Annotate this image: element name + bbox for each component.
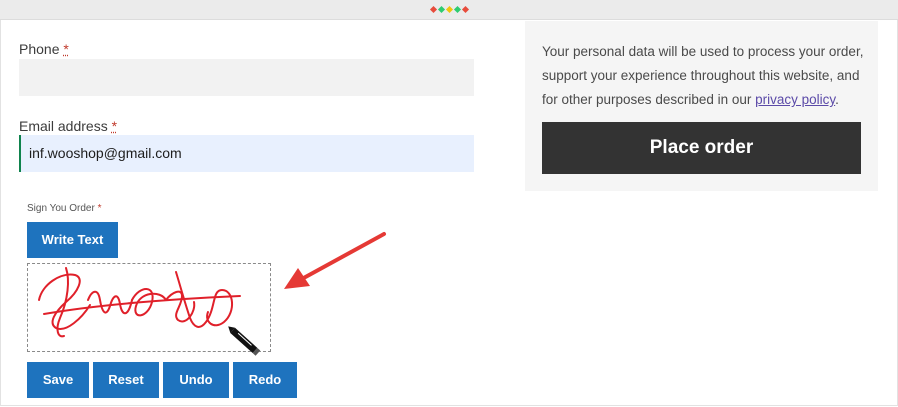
required-mark: * [97, 203, 102, 214]
dot-icon [445, 5, 454, 14]
signature-canvas[interactable] [27, 263, 271, 352]
redo-button[interactable]: Redo [233, 362, 297, 398]
signature-label: Sign You Order * [27, 203, 102, 214]
write-text-button[interactable]: Write Text [27, 222, 118, 258]
required-mark: * [63, 41, 69, 57]
dot-icon [461, 5, 470, 14]
email-field[interactable]: inf.wooshop@gmail.com [19, 135, 474, 172]
dot-icon [429, 5, 438, 14]
privacy-policy-link[interactable]: privacy policy [755, 92, 835, 107]
required-mark: * [111, 118, 118, 134]
phone-field[interactable] [19, 59, 474, 96]
place-order-button[interactable]: Place order [542, 122, 861, 174]
email-label: Email address * [19, 118, 118, 134]
undo-button[interactable]: Undo [163, 362, 229, 398]
save-button[interactable]: Save [27, 362, 89, 398]
phone-label: Phone * [19, 41, 69, 57]
dot-icon [453, 5, 462, 14]
reset-button[interactable]: Reset [93, 362, 159, 398]
dot-icon [437, 5, 446, 14]
privacy-notice: Your personal data will be used to proce… [542, 44, 864, 107]
browser-top-bar [0, 0, 898, 20]
